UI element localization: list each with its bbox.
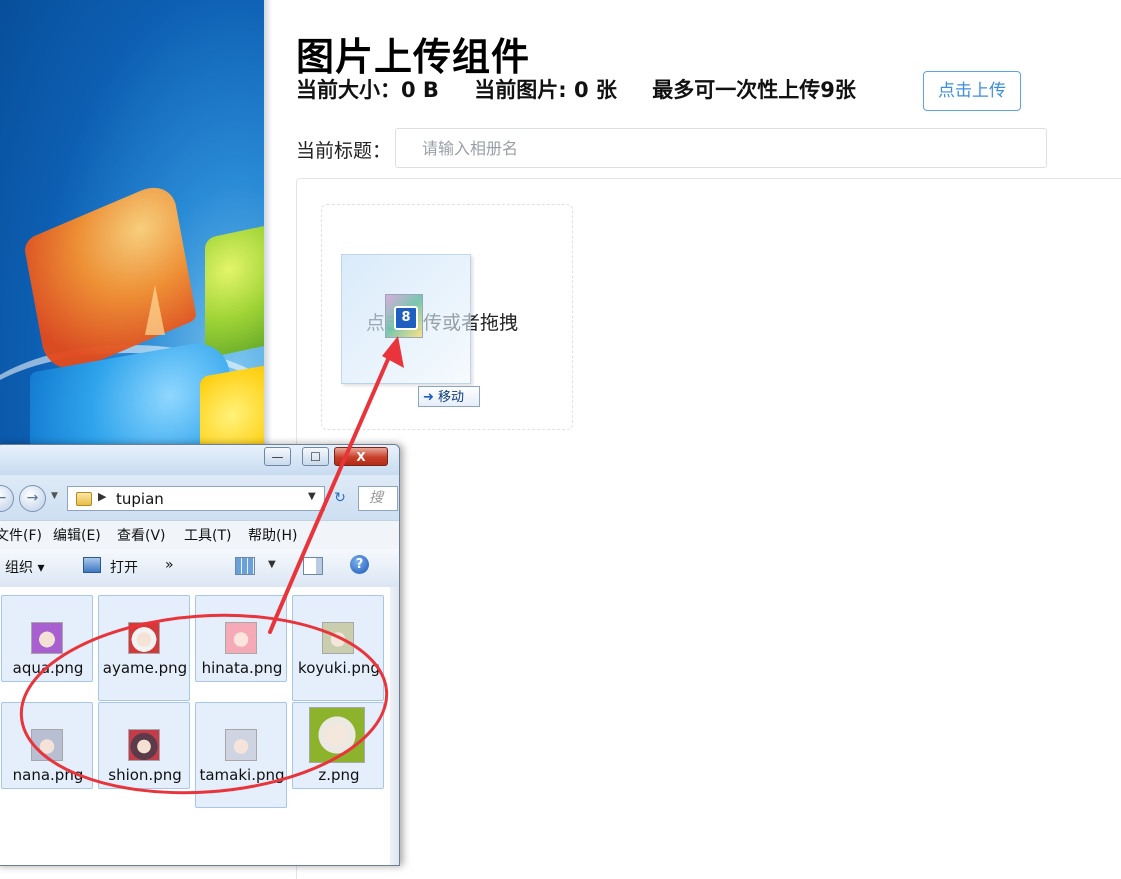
menu-help[interactable]: 帮助(H) <box>248 525 297 545</box>
image-thumbnail <box>128 622 160 654</box>
move-arrow-icon: ➜ <box>423 390 434 405</box>
image-thumbnail <box>31 729 63 761</box>
file-item-nana[interactable]: nana.png <box>1 702 93 789</box>
image-thumbnail <box>309 707 365 763</box>
forward-arrow-icon: → <box>26 490 39 506</box>
page-title: 图片上传组件 <box>296 35 531 79</box>
file-item-ayame[interactable]: ayame.png <box>98 595 190 701</box>
minimize-button[interactable]: — <box>264 447 291 466</box>
image-thumbnail <box>225 729 257 761</box>
menu-edit[interactable]: 编辑(E) <box>53 525 101 545</box>
address-bar[interactable]: ▶ tupian ▼ <box>67 486 325 511</box>
vertical-scrollbar[interactable] <box>390 587 399 865</box>
file-name: nana.png <box>12 766 84 784</box>
album-title-input[interactable] <box>395 128 1047 168</box>
upload-button[interactable]: 点击上传 <box>923 71 1021 111</box>
menu-tools[interactable]: 工具(T) <box>184 525 231 545</box>
file-item-tamaki[interactable]: tamaki.png <box>195 702 287 808</box>
explorer-window[interactable]: — ☐ X ← → ▼ ▶ tupian ▼ ↻ 搜 文件(F) 编辑(E) 查… <box>0 444 400 866</box>
back-arrow-icon: ← <box>0 490 6 506</box>
current-size-text: 当前大小：0 B <box>296 78 439 102</box>
organize-button[interactable]: 组织 ▾ <box>5 557 44 577</box>
upload-stats: 当前大小：0 B 当前图片: 0 张 最多可一次性上传9张 <box>296 74 856 104</box>
move-tooltip: ➜ 移动 <box>418 386 480 407</box>
max-upload-text: 最多可一次性上传9张 <box>652 78 856 102</box>
windows-logo-green <box>205 221 264 359</box>
title-label: 当前标题： <box>296 140 392 162</box>
help-icon[interactable]: ? <box>350 555 369 574</box>
close-button[interactable]: X <box>334 447 388 466</box>
image-thumbnail <box>322 622 354 654</box>
file-item-koyuki[interactable]: koyuki.png <box>292 595 384 701</box>
history-dropdown-icon[interactable]: ▼ <box>51 491 58 501</box>
file-item-z[interactable]: z.png <box>292 702 384 789</box>
file-name: ayame.png <box>102 659 188 677</box>
breadcrumb-chevron-icon[interactable]: ▶ <box>98 490 106 503</box>
current-count-text: 当前图片: 0 张 <box>474 78 617 102</box>
file-item-aqua[interactable]: aqua.png <box>1 595 93 682</box>
command-bar <box>0 549 399 588</box>
wallpaper-tree <box>145 285 165 335</box>
refresh-icon[interactable]: ↻ <box>328 486 352 511</box>
menu-file[interactable]: 文件(F) <box>0 525 42 545</box>
file-name: shion.png <box>108 766 182 784</box>
file-name: hinata.png <box>201 659 283 677</box>
forward-button[interactable]: → <box>19 485 46 512</box>
drag-count-badge: 8 <box>394 306 418 330</box>
file-name: koyuki.png <box>298 659 380 677</box>
address-dropdown-icon[interactable]: ▼ <box>308 491 316 502</box>
file-name: z.png <box>318 766 360 784</box>
preview-pane-icon[interactable] <box>303 557 323 575</box>
maximize-button[interactable]: ☐ <box>302 447 329 466</box>
change-view-icon[interactable] <box>235 557 255 575</box>
file-item-hinata[interactable]: hinata.png <box>195 595 287 682</box>
search-input[interactable]: 搜 <box>358 486 398 511</box>
file-list: aqua.png ayame.png hinata.png koyuki.png… <box>0 587 390 865</box>
more-commands-button[interactable]: » <box>165 557 174 573</box>
file-name: aqua.png <box>12 659 84 677</box>
file-name: tamaki.png <box>199 766 285 784</box>
image-thumbnail <box>31 622 63 654</box>
image-thumbnail <box>128 729 160 761</box>
open-button[interactable]: 打开 <box>110 557 138 577</box>
breadcrumb-folder[interactable]: tupian <box>116 490 164 508</box>
menu-view[interactable]: 查看(V) <box>117 525 166 545</box>
view-dropdown-icon[interactable]: ▼ <box>268 559 276 570</box>
move-tooltip-label: 移动 <box>438 390 465 405</box>
file-item-shion[interactable]: shion.png <box>98 702 190 789</box>
open-icon <box>83 557 101 573</box>
folder-icon <box>76 492 92 506</box>
image-thumbnail <box>225 622 257 654</box>
